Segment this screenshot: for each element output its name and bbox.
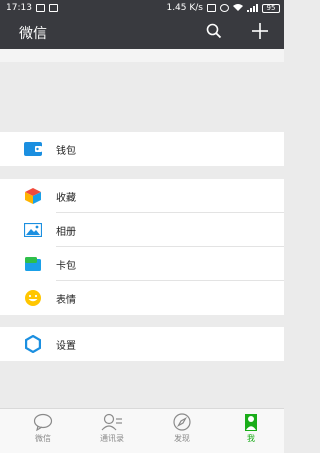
tab-chats-label: 微信 bbox=[35, 434, 51, 443]
tab-me-label: 我 bbox=[247, 434, 255, 443]
tab-contacts-label: 通讯录 bbox=[100, 434, 124, 443]
card-icon bbox=[24, 256, 42, 272]
profile-card[interactable] bbox=[0, 49, 284, 62]
chat-bubble-icon bbox=[18, 413, 68, 431]
settings-group: 设置 bbox=[0, 327, 284, 361]
favorites-cube-icon bbox=[24, 188, 42, 204]
menu-item-cards[interactable]: 卡包 bbox=[0, 247, 284, 281]
compass-icon bbox=[157, 413, 207, 431]
wallet-group: 钱包 bbox=[0, 132, 284, 166]
search-icon[interactable] bbox=[206, 23, 222, 43]
menu-item-settings[interactable]: 设置 bbox=[0, 327, 284, 361]
smiley-icon bbox=[24, 290, 42, 306]
plus-icon[interactable] bbox=[250, 21, 270, 45]
alarm-icon bbox=[220, 4, 229, 12]
notification-icon bbox=[35, 4, 45, 12]
app-title: 微信 bbox=[19, 26, 47, 42]
bottom-tab-bar: 微信 通讯录 发现 我 bbox=[0, 408, 284, 453]
vibrate-icon bbox=[207, 4, 216, 12]
cards-label: 卡包 bbox=[56, 261, 76, 272]
album-label: 相册 bbox=[56, 227, 76, 238]
album-picture-icon bbox=[24, 222, 42, 238]
tab-discover-label: 发现 bbox=[174, 434, 190, 443]
stickers-label: 表情 bbox=[56, 295, 76, 306]
menu-item-wallet[interactable]: 钱包 bbox=[0, 132, 284, 166]
contacts-icon bbox=[87, 413, 137, 431]
content-group: 收藏 相册 卡包 表情 bbox=[0, 179, 284, 315]
wifi-icon bbox=[233, 3, 243, 14]
tab-chats[interactable]: 微信 bbox=[18, 413, 68, 444]
favorites-label: 收藏 bbox=[56, 193, 76, 204]
menu-item-favorites[interactable]: 收藏 bbox=[0, 179, 284, 213]
status-bar: 17:13 1.45 K/s 95 bbox=[0, 0, 284, 16]
battery-icon: 95 bbox=[262, 3, 280, 13]
menu-item-stickers[interactable]: 表情 bbox=[0, 281, 284, 315]
mail-icon bbox=[48, 4, 58, 12]
gear-icon bbox=[24, 335, 42, 353]
menu-item-album[interactable]: 相册 bbox=[0, 213, 284, 247]
person-icon bbox=[226, 413, 276, 431]
signal-icon bbox=[247, 4, 258, 12]
wallet-label: 钱包 bbox=[56, 146, 76, 157]
network-speed: 1.45 K/s bbox=[166, 3, 203, 13]
tab-discover[interactable]: 发现 bbox=[157, 413, 207, 444]
status-time: 17:13 bbox=[6, 3, 32, 13]
app-header: 微信 bbox=[0, 16, 284, 49]
tab-contacts[interactable]: 通讯录 bbox=[87, 413, 137, 444]
tab-me[interactable]: 我 bbox=[226, 413, 276, 444]
settings-label: 设置 bbox=[56, 341, 76, 352]
wallet-icon bbox=[24, 141, 42, 157]
